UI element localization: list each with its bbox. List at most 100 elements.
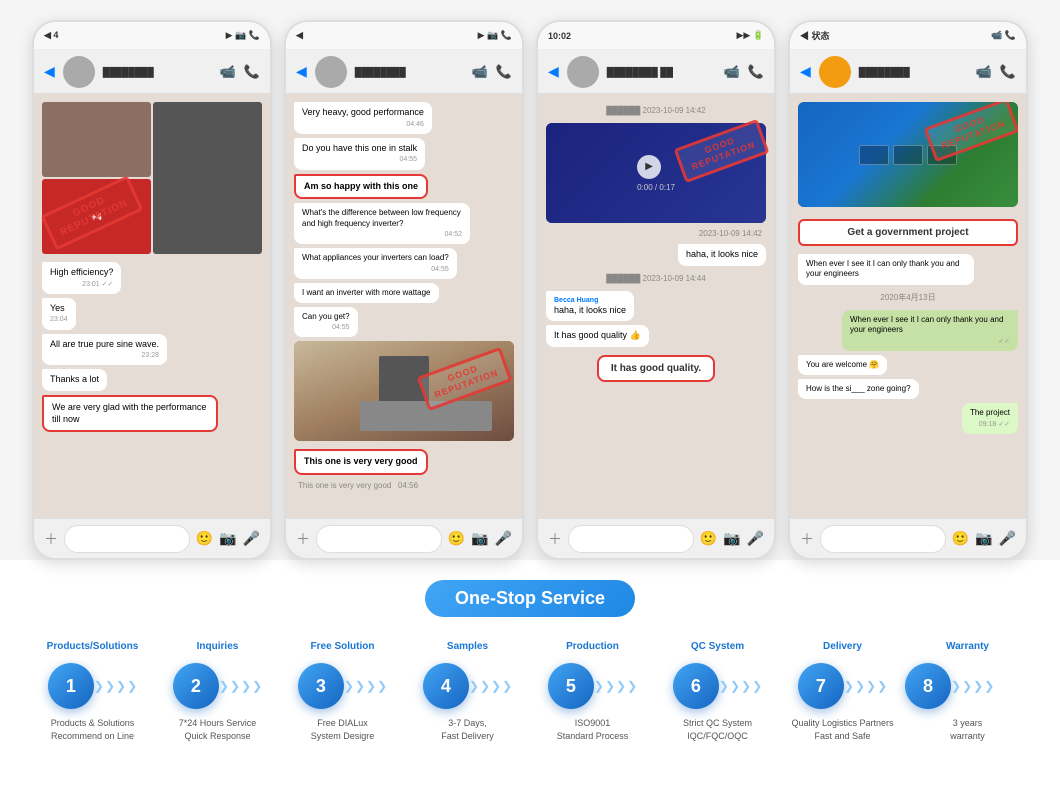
phone-icon-4[interactable]: 📞 bbox=[1000, 64, 1016, 80]
chat-header-1: ◀ ████████ 📹 📞 bbox=[34, 50, 270, 94]
camera-icon[interactable]: 📷 bbox=[219, 530, 236, 547]
step-2-row: 2 ❯ ❯ ❯ ❯ bbox=[155, 663, 280, 709]
phone-icon[interactable]: 📞 bbox=[244, 64, 260, 80]
chat-footer-3: ＋ 🙂 📷 🎤 bbox=[538, 518, 774, 558]
step-7: Delivery 7 ❯ ❯ ❯ ❯ Quality Logistics Par… bbox=[780, 641, 905, 745]
video-icon[interactable]: 📹 bbox=[220, 64, 236, 80]
chat-body-4: GOOD REPUTATION Get a government project… bbox=[790, 94, 1026, 518]
msg-high-efficiency: High efficiency? 23:01 ✓✓ bbox=[42, 262, 121, 294]
emoji-icon[interactable]: 🙂 bbox=[196, 530, 213, 547]
step-6: QC System 6 ❯ ❯ ❯ ❯ Strict QC SystemIQC/… bbox=[655, 641, 780, 745]
plus-icon-4[interactable]: ＋ bbox=[800, 529, 814, 549]
back-arrow-2[interactable]: ◀ bbox=[296, 63, 307, 80]
msg-stalk: Do you have this one in stalk 04:55 bbox=[294, 138, 425, 170]
video-icon-4[interactable]: 📹 bbox=[976, 64, 992, 80]
step-8-label-top: Warranty bbox=[946, 641, 989, 655]
contact-name-4: ████████ bbox=[859, 67, 910, 77]
message-input-2[interactable] bbox=[316, 525, 442, 553]
back-arrow-4[interactable]: ◀ bbox=[800, 63, 811, 80]
avatar-2 bbox=[315, 56, 347, 88]
camera-icon-4[interactable]: 📷 bbox=[975, 530, 992, 547]
chat-footer-1: ＋ 🙂 📷 🎤 bbox=[34, 518, 270, 558]
step-6-label-bottom: Strict QC SystemIQC/FQC/OQC bbox=[683, 717, 752, 745]
solar-image: GOOD REPUTATION bbox=[798, 102, 1018, 207]
msg-heavy: Very heavy, good performance 04:46 bbox=[294, 102, 432, 134]
mic-icon-4[interactable]: 🎤 bbox=[999, 530, 1016, 547]
video-container: ▶ 0:00 / 0:17 GOOD REPUTATION bbox=[546, 123, 766, 223]
step-4-label-top: Samples bbox=[447, 641, 488, 655]
step-7-label-bottom: Quality Logistics PartnersFast and Safe bbox=[791, 717, 893, 745]
solar-container: GOOD REPUTATION bbox=[798, 102, 1018, 207]
step-3-label-top: Free Solution bbox=[311, 641, 375, 655]
msg-timestamp: This one is very very good 04:56 bbox=[294, 479, 514, 492]
steps-container: Products/Solutions 1 ❯ ❯ ❯ ❯ Products & … bbox=[30, 641, 1030, 745]
phone-icon-3[interactable]: 📞 bbox=[748, 64, 764, 80]
contact-name-2: ████████ bbox=[355, 67, 406, 77]
camera-icon-2[interactable]: 📷 bbox=[471, 530, 488, 547]
step-1-row: 1 ❯ ❯ ❯ ❯ bbox=[30, 663, 155, 709]
grid-img-2 bbox=[153, 102, 262, 254]
msg-wattage: I want an inverter with more wattage bbox=[294, 283, 439, 303]
step-1-label-top: Products/Solutions bbox=[47, 641, 139, 655]
govt-project-box: Get a government project bbox=[798, 219, 1018, 246]
header-icons-3: 📹 📞 bbox=[724, 64, 764, 80]
back-arrow-3[interactable]: ◀ bbox=[548, 63, 559, 80]
message-input-4[interactable] bbox=[820, 525, 946, 553]
avatar-1 bbox=[63, 56, 95, 88]
video-icon-3[interactable]: 📹 bbox=[724, 64, 740, 80]
service-title: One-Stop Service bbox=[425, 580, 635, 617]
date-label-1: ██████ 2023-10-09 14:42 bbox=[546, 106, 766, 115]
step-8-circle: 8 bbox=[905, 663, 951, 709]
contact-name-1: ████████ bbox=[103, 67, 154, 77]
step-3: Free Solution 3 ❯ ❯ ❯ ❯ Free DIALuxSyste… bbox=[280, 641, 405, 745]
mic-icon-2[interactable]: 🎤 bbox=[495, 530, 512, 547]
step-1-circle: 1 bbox=[48, 663, 94, 709]
step-5-arrows: ❯ ❯ ❯ ❯ bbox=[594, 680, 637, 692]
emoji-icon-4[interactable]: 🙂 bbox=[952, 530, 969, 547]
image-container-2: GOOD REPUTATION bbox=[294, 341, 514, 441]
msg-project: The project 09:18 ✓✓ bbox=[962, 403, 1018, 433]
grid-img-1 bbox=[42, 102, 151, 177]
phone-icon-2[interactable]: 📞 bbox=[496, 64, 512, 80]
plus-icon[interactable]: ＋ bbox=[44, 529, 58, 549]
date-label-3: 2020年4月13日 bbox=[798, 292, 1018, 303]
step-6-row: 6 ❯ ❯ ❯ ❯ bbox=[655, 663, 780, 709]
camera-icon-3[interactable]: 📷 bbox=[723, 530, 740, 547]
video-icon-2[interactable]: 📹 bbox=[472, 64, 488, 80]
step-2-circle: 2 bbox=[173, 663, 219, 709]
step-8-label-bottom: 3 yearswarranty bbox=[950, 717, 985, 745]
mic-icon-3[interactable]: 🎤 bbox=[747, 530, 764, 547]
message-input-3[interactable] bbox=[568, 525, 694, 553]
mic-icon[interactable]: 🎤 bbox=[243, 530, 260, 547]
step-5-label-top: Production bbox=[566, 641, 619, 655]
step-5-row: 5 ❯ ❯ ❯ ❯ bbox=[530, 663, 655, 709]
msg-welcome: You are welcome 🤗 bbox=[798, 355, 887, 375]
msg-becca: Becca Huang haha, it looks nice bbox=[546, 291, 634, 322]
msg-thanks: Thanks a lot bbox=[42, 369, 107, 391]
grid-img-3: +4 bbox=[42, 179, 151, 254]
chat-header-4: ◀ ████████ 📹 📞 bbox=[790, 50, 1026, 94]
quality-highlight: It has good quality. bbox=[597, 355, 715, 382]
step-7-label-top: Delivery bbox=[823, 641, 862, 655]
plus-icon-3[interactable]: ＋ bbox=[548, 529, 562, 549]
msg-thank-sent: When ever I see it I can only thank you … bbox=[842, 310, 1018, 351]
msg-zone: How is the si___ zone going? bbox=[798, 379, 919, 399]
header-icons-1: 📹 📞 bbox=[220, 64, 260, 80]
chat-footer-4: ＋ 🙂 📷 🎤 bbox=[790, 518, 1026, 558]
message-input-1[interactable] bbox=[64, 525, 190, 553]
step-1-arrows: ❯ ❯ ❯ ❯ bbox=[94, 680, 137, 692]
step-3-circle: 3 bbox=[298, 663, 344, 709]
msg-happy: Am so happy with this one bbox=[294, 174, 428, 200]
back-arrow[interactable]: ◀ bbox=[44, 63, 55, 80]
step-8: Warranty 8 ❯ ❯ ❯ ❯ 3 yearswarranty bbox=[905, 641, 1030, 745]
video-player: ▶ 0:00 / 0:17 GOOD REPUTATION bbox=[546, 123, 766, 223]
service-title-wrapper: One-Stop Service bbox=[30, 580, 1030, 617]
msg-thank-you: When ever I see it I can only thank you … bbox=[798, 254, 974, 285]
plus-icon-2[interactable]: ＋ bbox=[296, 529, 310, 549]
step-5-label-bottom: ISO9001Standard Process bbox=[557, 717, 629, 745]
play-button[interactable]: ▶ bbox=[637, 155, 661, 179]
emoji-icon-2[interactable]: 🙂 bbox=[448, 530, 465, 547]
msg-yes: Yes 23:04 bbox=[42, 298, 76, 330]
phone-1: ◀ 4 ▶ 📷 📞 ◀ ████████ 📹 📞 +4 bbox=[32, 20, 272, 560]
emoji-icon-3[interactable]: 🙂 bbox=[700, 530, 717, 547]
